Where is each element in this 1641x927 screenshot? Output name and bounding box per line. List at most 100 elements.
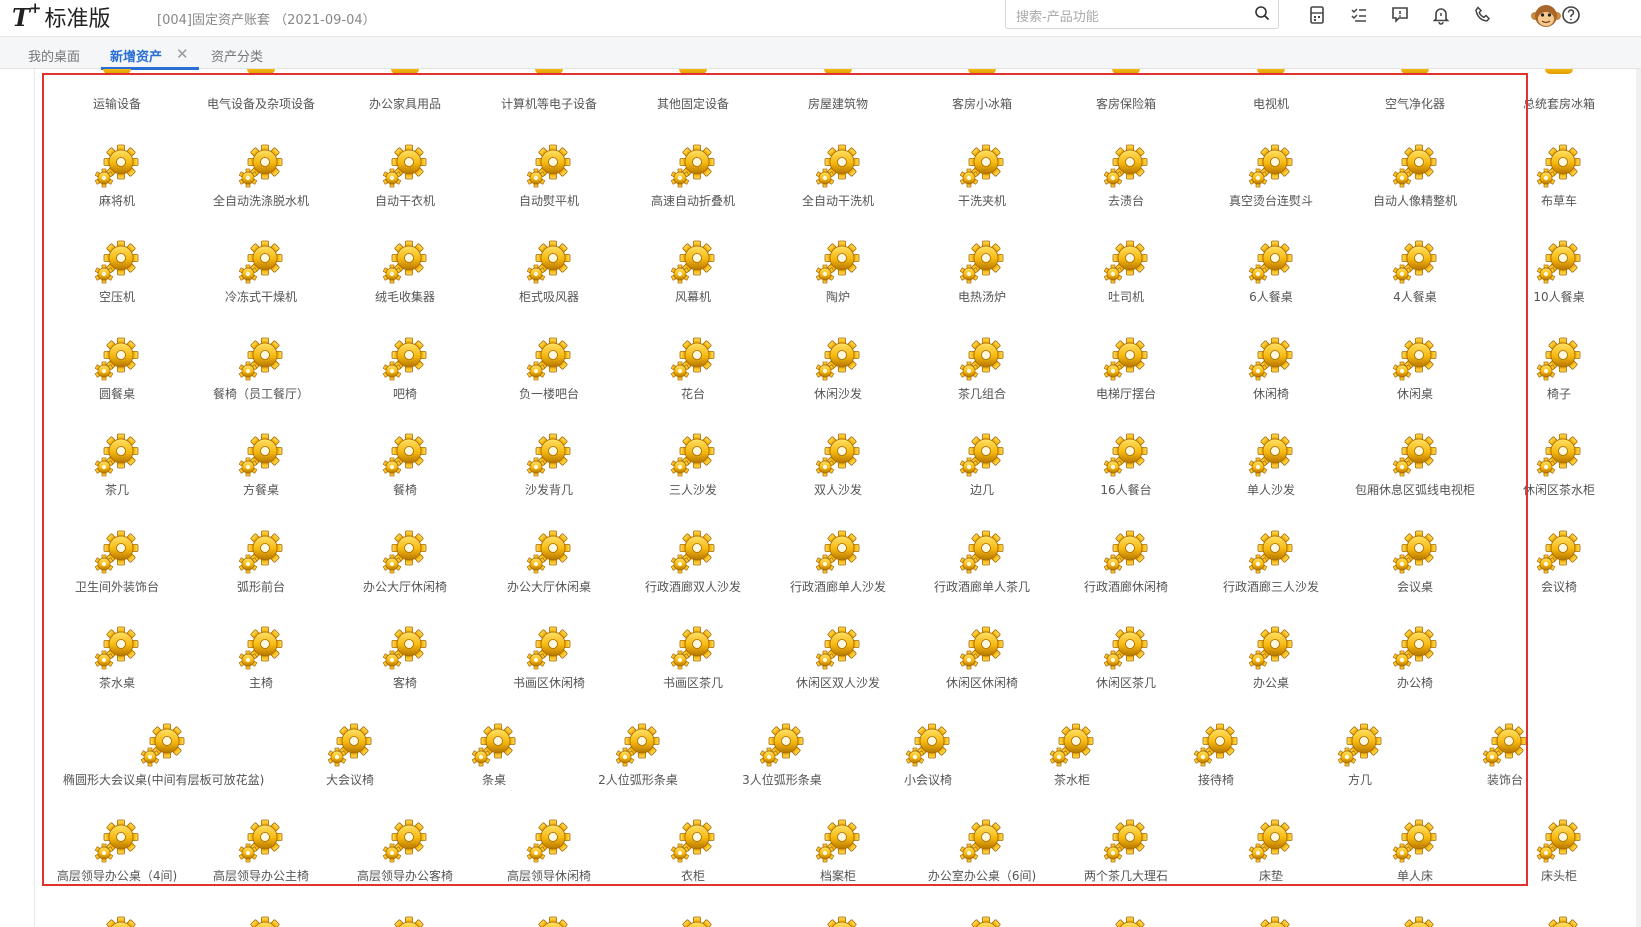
- asset-category-item[interactable]: 餐椅: [365, 429, 445, 499]
- asset-category-item[interactable]: 6人餐桌: [1231, 236, 1311, 306]
- tab-my-desktop[interactable]: 我的桌面: [28, 46, 80, 65]
- asset-category-item[interactable]: 大会议椅: [310, 719, 390, 789]
- asset-category-item[interactable]: 3人位弧形条桌: [742, 719, 822, 789]
- tab-asset-category[interactable]: 资产分类: [211, 46, 263, 65]
- asset-category-item[interactable]: 空气净化器: [1375, 69, 1455, 113]
- asset-category-item[interactable]: 休闲桌: [1375, 333, 1455, 403]
- asset-category-item[interactable]: 办公大厅休闲桌: [507, 526, 591, 596]
- gear-icon[interactable]: [237, 912, 285, 927]
- asset-category-item[interactable]: 客房小冰箱: [942, 69, 1022, 113]
- asset-category-item[interactable]: 两个茶几大理石: [1084, 815, 1168, 885]
- asset-category-item[interactable]: 空压机: [77, 236, 157, 306]
- asset-category-item[interactable]: 包厢休息区弧线电视柜: [1355, 429, 1475, 499]
- phone-icon[interactable]: [1472, 4, 1494, 26]
- gear-icon[interactable]: [669, 912, 717, 927]
- asset-category-item[interactable]: 单人床: [1375, 815, 1455, 885]
- message-icon[interactable]: [1389, 4, 1411, 26]
- asset-category-item[interactable]: 休闲区休闲椅: [942, 622, 1022, 692]
- asset-category-item[interactable]: 高层领导休闲椅: [507, 815, 591, 885]
- asset-category-item[interactable]: 会议桌: [1375, 526, 1455, 596]
- asset-category-item[interactable]: 陶炉: [798, 236, 878, 306]
- asset-category-item[interactable]: 接待椅: [1176, 719, 1256, 789]
- asset-category-item[interactable]: 休闲椅: [1231, 333, 1311, 403]
- asset-category-item[interactable]: 茶水柜: [1032, 719, 1112, 789]
- tab-add-asset[interactable]: 新增资产: [110, 46, 162, 65]
- calculator-icon[interactable]: [1306, 4, 1328, 26]
- asset-category-item[interactable]: 茶几: [77, 429, 157, 499]
- asset-category-item[interactable]: 冷冻式干燥机: [221, 236, 301, 306]
- asset-category-item[interactable]: 装饰台: [1465, 719, 1545, 789]
- asset-category-item[interactable]: 自动人像精整机: [1373, 140, 1457, 210]
- asset-category-item[interactable]: 茶水桌: [77, 622, 157, 692]
- asset-category-item[interactable]: 全自动干洗机: [798, 140, 878, 210]
- asset-category-item[interactable]: 全自动洗涤脱水机: [213, 140, 309, 210]
- asset-category-item[interactable]: 床垫: [1231, 815, 1311, 885]
- asset-category-item[interactable]: 电气设备及杂项设备: [207, 69, 315, 113]
- asset-category-item[interactable]: 办公家具用品: [365, 69, 445, 113]
- asset-category-item[interactable]: 房屋建筑物: [798, 69, 878, 113]
- asset-category-item[interactable]: 休闲区双人沙发: [796, 622, 880, 692]
- asset-category-item[interactable]: 办公室办公桌（6间): [928, 815, 1036, 885]
- asset-category-item[interactable]: 行政酒廊单人茶几: [934, 526, 1030, 596]
- gear-icon[interactable]: [958, 912, 1006, 927]
- asset-category-item[interactable]: 高层领导办公客椅: [357, 815, 453, 885]
- asset-category-item[interactable]: 客房保险箱: [1086, 69, 1166, 113]
- asset-category-item[interactable]: 双人沙发: [798, 429, 878, 499]
- asset-category-item[interactable]: 三人沙发: [653, 429, 733, 499]
- asset-category-item[interactable]: 真空烫台连熨斗: [1229, 140, 1313, 210]
- asset-category-item[interactable]: 柜式吸风器: [509, 236, 589, 306]
- asset-category-item[interactable]: 书画区茶几: [653, 622, 733, 692]
- gear-icon[interactable]: [381, 912, 429, 927]
- asset-category-item[interactable]: 高层领导办公主椅: [213, 815, 309, 885]
- asset-category-item[interactable]: 方餐桌: [221, 429, 301, 499]
- close-icon[interactable]: ✕: [176, 45, 189, 63]
- asset-category-item[interactable]: 沙发背几: [509, 429, 589, 499]
- asset-category-item[interactable]: 圆餐桌: [77, 333, 157, 403]
- asset-category-item[interactable]: 电梯厅摆台: [1086, 333, 1166, 403]
- gear-icon[interactable]: [1391, 912, 1439, 927]
- asset-category-item[interactable]: 客椅: [365, 622, 445, 692]
- asset-category-item[interactable]: 档案柜: [798, 815, 878, 885]
- asset-category-item[interactable]: 餐椅（员工餐厅）: [213, 333, 309, 403]
- asset-category-item[interactable]: 其他固定设备: [653, 69, 733, 113]
- asset-category-item[interactable]: 床头柜: [1519, 815, 1599, 885]
- asset-category-item[interactable]: 行政酒廊单人沙发: [790, 526, 886, 596]
- asset-category-item[interactable]: 办公大厅休闲椅: [363, 526, 447, 596]
- asset-category-item[interactable]: 方几: [1320, 719, 1400, 789]
- asset-category-item[interactable]: 4人餐桌: [1375, 236, 1455, 306]
- asset-category-item[interactable]: 书画区休闲椅: [509, 622, 589, 692]
- asset-category-item[interactable]: 行政酒廊三人沙发: [1223, 526, 1319, 596]
- asset-category-item[interactable]: 2人位弧形条桌: [598, 719, 678, 789]
- asset-category-item[interactable]: 卫生间外装饰台: [75, 526, 159, 596]
- search-input[interactable]: 搜索-产品功能: [1016, 6, 1099, 25]
- asset-category-item[interactable]: 休闲区茶几: [1086, 622, 1166, 692]
- asset-category-item[interactable]: 16人餐台: [1086, 429, 1166, 499]
- asset-category-item[interactable]: 条桌: [454, 719, 534, 789]
- asset-category-item[interactable]: 茶几组合: [942, 333, 1022, 403]
- gear-icon[interactable]: [814, 912, 862, 927]
- asset-category-item[interactable]: 边几: [942, 429, 1022, 499]
- gear-icon[interactable]: [1102, 912, 1150, 927]
- asset-category-item[interactable]: 麻将机: [77, 140, 157, 210]
- asset-category-item[interactable]: 电视机: [1231, 69, 1311, 113]
- asset-category-item[interactable]: 花台: [653, 333, 733, 403]
- task-list-icon[interactable]: [1348, 4, 1370, 26]
- notification-bell-icon[interactable]: [1430, 4, 1452, 26]
- asset-category-item[interactable]: 自动熨平机: [509, 140, 589, 210]
- asset-category-item[interactable]: 布草车: [1519, 140, 1599, 210]
- asset-category-item[interactable]: 休闲区茶水柜: [1519, 429, 1599, 499]
- asset-category-item[interactable]: 高层领导办公桌（4间): [57, 815, 177, 885]
- gear-icon[interactable]: [1535, 912, 1583, 927]
- avatar-monkey-icon[interactable]: [1530, 1, 1562, 31]
- asset-category-item[interactable]: 去渍台: [1086, 140, 1166, 210]
- search-icon[interactable]: [1254, 5, 1270, 21]
- asset-category-item[interactable]: 自动干衣机: [365, 140, 445, 210]
- gear-icon[interactable]: [525, 912, 573, 927]
- app-logo[interactable]: T+ 标准版: [12, 0, 110, 32]
- asset-category-item[interactable]: 干洗夹机: [942, 140, 1022, 210]
- asset-category-item[interactable]: 行政酒廊休闲椅: [1084, 526, 1168, 596]
- asset-category-item[interactable]: 会议椅: [1519, 526, 1599, 596]
- asset-category-item[interactable]: 椅子: [1519, 333, 1599, 403]
- asset-category-item[interactable]: 主椅: [221, 622, 301, 692]
- asset-category-item[interactable]: 计算机等电子设备: [501, 69, 597, 113]
